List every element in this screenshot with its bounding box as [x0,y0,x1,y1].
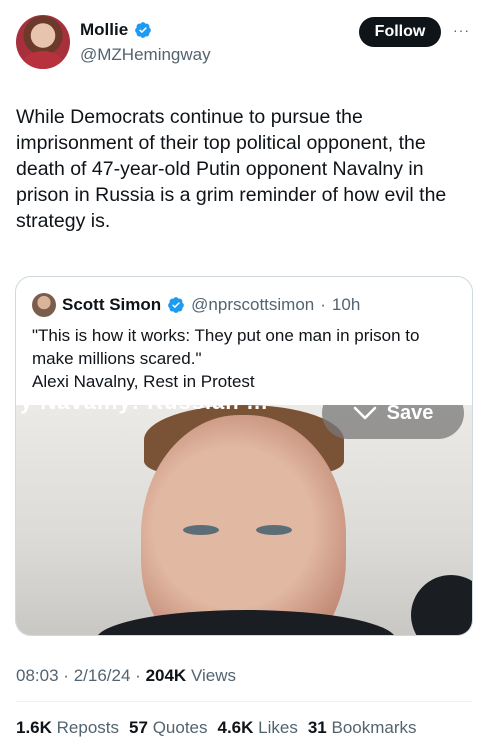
quoted-line-1: "This is how it works: They put one man … [32,326,420,368]
meta-separator: · [63,666,69,685]
chevron-down-icon [353,406,376,420]
photo-face [141,415,346,635]
quoted-author-handle: @nprscottsimon [191,295,315,314]
author-avatar[interactable] [16,15,70,69]
bookmarks-count: 31 [307,718,327,737]
quoted-separator: · [320,295,326,314]
tweet-text: While Democrats continue to pursue the i… [16,106,447,232]
more-options-icon[interactable]: ··· [453,22,470,38]
likes-count: 4.6K [217,718,254,737]
reposts-count: 1.6K [16,718,52,737]
quoted-tweet-header: Scott Simon @nprscottsimon · 10h [32,293,360,317]
reposts-label: Reposts [56,718,120,737]
photo-eye-left [183,525,219,535]
quoted-author-name: Scott Simon [62,295,162,314]
media-caption: y Navalny: Russian ... [20,405,268,415]
quoted-tweet[interactable]: Scott Simon @nprscottsimon · 10h "This i… [15,276,473,636]
tweet-header: Mollie @MZHemingway Follow ··· [0,0,488,90]
quoted-tweet-text: "This is how it works: They put one man … [32,324,462,393]
views-label: Views [190,666,236,685]
author-handle[interactable]: @MZHemingway [80,45,211,65]
author-name-row: Mollie [80,20,152,40]
photo-eye-right [256,525,292,535]
photo-shoulder [411,575,472,635]
verified-badge-icon [135,22,152,38]
quotes-label: Quotes [152,718,208,737]
save-label: Save [386,405,434,424]
tweet-date[interactable]: 2/16/24 [74,666,131,685]
tweet-meta: 08:03 · 2/16/24 · 204K Views [16,666,236,686]
quoted-time: 10h [331,295,361,314]
tweet-time[interactable]: 08:03 [16,666,59,685]
save-button[interactable]: Save [322,405,464,439]
quoted-author-avatar [32,293,56,317]
bookmarks-label: Bookmarks [331,718,417,737]
meta-separator: · [135,666,141,685]
follow-button[interactable]: Follow [359,17,441,47]
likes-stat[interactable]: 4.6K Likes [218,718,298,738]
reposts-stat[interactable]: 1.6K Reposts [16,718,119,738]
quoted-media-photo[interactable]: y Navalny: Russian ... Save [16,405,472,635]
views-count: 204K [145,666,187,685]
engagement-stats: 1.6K Reposts 57 Quotes 4.6K Likes 31 Boo… [16,718,417,738]
divider [16,701,472,702]
quotes-stat[interactable]: 57 Quotes [129,718,207,738]
likes-label: Likes [258,718,298,737]
quotes-count: 57 [129,718,148,737]
verified-badge-icon [168,297,185,313]
bookmarks-stat[interactable]: 31 Bookmarks [308,718,417,738]
quoted-line-2: Alexi Navalny, Rest in Protest [32,372,255,391]
photo-jacket [96,610,396,635]
author-name[interactable]: Mollie [80,20,128,40]
